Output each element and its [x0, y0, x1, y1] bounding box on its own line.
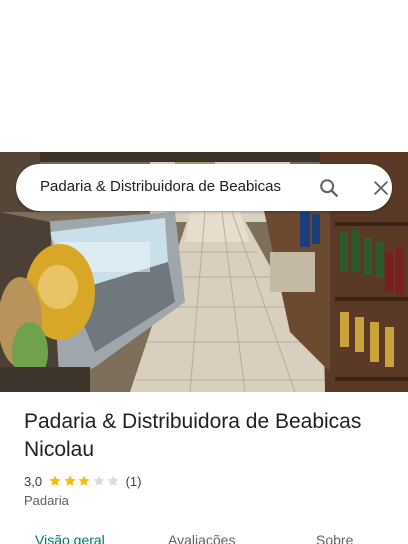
search-icon [320, 179, 338, 197]
review-count[interactable]: (1) [126, 474, 142, 489]
close-icon [374, 181, 388, 195]
tab-about[interactable]: Sobre [316, 532, 353, 544]
place-panel: Padaria & Distribuidora de Beabicas Pada… [0, 0, 408, 544]
search-bar[interactable]: Padaria & Distribuidora de Beabicas [16, 164, 392, 211]
search-button[interactable] [316, 175, 342, 201]
place-name: Padaria & Distribuidora de Beabicas Nico… [24, 410, 362, 461]
clear-search-button[interactable] [368, 175, 394, 201]
place-category[interactable]: Padaria [24, 493, 69, 508]
map-area[interactable] [0, 0, 408, 152]
place-tabs: Visão geral Avaliações Sobre [0, 530, 408, 544]
search-input[interactable]: Padaria & Distribuidora de Beabicas [40, 178, 306, 195]
star-filled-icon [49, 475, 61, 486]
star-filled-icon [64, 475, 76, 486]
rating-stars [48, 474, 121, 488]
tab-reviews[interactable]: Avaliações [168, 532, 235, 544]
star-empty-icon [93, 475, 105, 486]
rating-value: 3,0 [24, 473, 43, 489]
star-empty-icon [107, 475, 119, 486]
star-filled-icon [78, 475, 90, 486]
rating-row[interactable]: 3,0 (1) [24, 472, 141, 490]
tab-overview[interactable]: Visão geral [35, 532, 105, 544]
